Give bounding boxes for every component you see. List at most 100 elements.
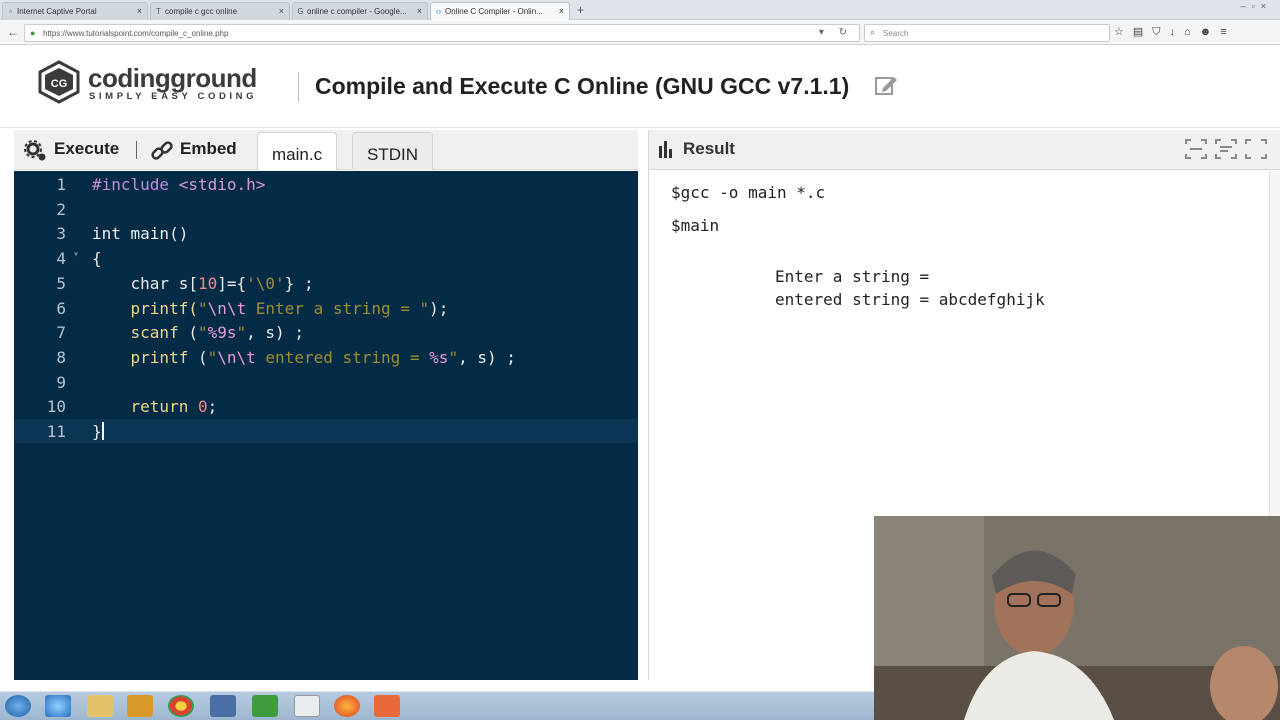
close-tab-icon[interactable]: ×: [279, 6, 284, 16]
browser-toolbar-icons[interactable]: ☆▤⛉↓⌂☻≡: [1114, 25, 1236, 39]
browser-tab[interactable]: ▫ Internet Captive Portal ×: [2, 2, 148, 20]
line-number: 7: [56, 323, 66, 343]
t-icon: T: [156, 7, 161, 16]
close-tab-icon[interactable]: ×: [417, 6, 422, 16]
search-placeholder: Search: [883, 29, 909, 38]
presenter-video-frame: [874, 516, 1280, 720]
browser-tab-strip: ▫ Internet Captive Portal × T compile c …: [0, 0, 1280, 20]
browser-search-input[interactable]: ⌕ Search: [864, 24, 1110, 42]
code-text: #include <stdio.h>: [92, 175, 266, 194]
internet-explorer-icon[interactable]: [45, 695, 71, 717]
result-line: $gcc -o main *.c: [671, 183, 826, 202]
reload-icon[interactable]: ▾ ↻: [819, 27, 853, 38]
media-player-icon[interactable]: [127, 695, 153, 717]
line-number: 1: [56, 175, 66, 194]
lock-icon: ●: [30, 28, 36, 38]
logo-wordmark: codingground: [88, 63, 257, 93]
os-taskbar: [0, 691, 874, 720]
close-tab-icon[interactable]: ×: [559, 6, 564, 16]
app-icon[interactable]: [210, 695, 236, 717]
text-cursor: [101, 422, 104, 440]
code-text: printf("\n\t Enter a string = ");: [92, 298, 449, 318]
browser-tab-label: Online C Compiler - Onlin...: [445, 7, 543, 16]
url-text: https://www.tutorialspoint.com/compile_c…: [43, 29, 229, 38]
line-number: 3: [56, 224, 66, 244]
page-title: Compile and Execute C Online (GNU GCC v7…: [315, 73, 850, 99]
browser-tab[interactable]: T compile c gcc online ×: [150, 2, 290, 20]
search-icon: ⌕: [870, 27, 876, 37]
browser-tab-label: Internet Captive Portal: [17, 7, 97, 16]
webcam-video-overlay: [874, 516, 1280, 720]
code-line: 2: [14, 197, 638, 221]
code-line: 7 scanf ("%9s", s) ;: [14, 320, 638, 344]
start-button[interactable]: [5, 695, 31, 717]
slideshow-icon[interactable]: [374, 695, 400, 717]
link-icon: [151, 141, 173, 160]
line-number: 10: [46, 397, 66, 417]
embed-button[interactable]: Embed: [150, 139, 250, 163]
code-icon: ‹›: [435, 7, 442, 16]
edit-icon[interactable]: [874, 74, 898, 98]
codingground-logo-icon: CG: [38, 60, 80, 104]
browser-tab-label: compile c gcc online: [165, 7, 238, 16]
page-icon: ▫: [9, 7, 12, 16]
browser-tab-label: online c compiler - Google...: [307, 7, 407, 16]
line-number: 4: [56, 249, 66, 269]
line-number: 5: [56, 273, 66, 293]
code-text: char s[10]={'\0'} ;: [92, 273, 314, 293]
code-editor[interactable]: 1 #include <stdio.h> 2 3 int main() 4 ▾ …: [14, 171, 638, 680]
code-line-active: 11 }: [14, 419, 638, 443]
execute-button[interactable]: Execute: [24, 139, 130, 163]
logo-tagline: SIMPLY EASY CODING: [89, 91, 258, 102]
toolbar-divider: [136, 141, 137, 159]
result-toolbar: Result: [649, 130, 1280, 170]
code-text: }: [92, 422, 104, 441]
result-line: Enter a string =: [775, 267, 930, 286]
close-tab-icon[interactable]: ×: [137, 6, 142, 16]
code-text: {: [92, 249, 102, 269]
site-header: CG codingground SIMPLY EASY CODING Compi…: [0, 46, 1280, 128]
code-line: 9: [14, 370, 638, 394]
firefox-icon[interactable]: [334, 695, 360, 717]
code-line: 8 printf ("\n\t entered string = %s", s)…: [14, 345, 638, 369]
browser-nav-bar: ← ● https://www.tutorialspoint.com/compi…: [0, 21, 1280, 45]
code-line: 3 int main(): [14, 221, 638, 245]
embed-label: Embed: [180, 139, 237, 158]
editor-toolbar: Execute Embed main.c STDIN: [14, 130, 638, 170]
line-number: 11: [46, 422, 66, 441]
c-editor-icon[interactable]: [294, 695, 320, 717]
line-number: 6: [56, 298, 66, 318]
window-controls[interactable]: –▫×: [1241, 1, 1272, 11]
file-explorer-icon[interactable]: [87, 695, 113, 717]
browser-tab[interactable]: G online c compiler - Google... ×: [292, 2, 428, 20]
code-line: 5 char s[10]={'\0'} ;: [14, 271, 638, 295]
result-line: entered string = abcdefghijk: [775, 290, 1045, 309]
layout-toggle-icons[interactable]: [1182, 136, 1272, 162]
code-line: 6 printf("\n\t Enter a string = ");: [14, 296, 638, 320]
codeblocks-icon[interactable]: [252, 695, 278, 717]
code-line: 10 return 0;: [14, 394, 638, 418]
code-line: 4 ▾ {: [14, 246, 638, 270]
code-text: printf ("\n\t entered string = %s", s) ;: [92, 347, 516, 367]
code-text: scanf ("%9s", s) ;: [92, 323, 304, 343]
back-arrow-icon[interactable]: ←: [7, 25, 19, 39]
chrome-icon[interactable]: [168, 695, 194, 717]
address-bar[interactable]: ● https://www.tutorialspoint.com/compile…: [24, 24, 860, 42]
header-divider: [298, 72, 299, 102]
new-tab-icon[interactable]: +: [577, 3, 584, 17]
line-number: 9: [56, 372, 66, 392]
fold-arrow-icon[interactable]: ▾: [73, 249, 79, 260]
bar-chart-icon: [659, 141, 672, 158]
tab-stdin[interactable]: STDIN: [352, 132, 433, 170]
code-text: int main(): [92, 224, 189, 244]
browser-tab-active[interactable]: ‹› Online C Compiler - Onlin... ×: [430, 2, 570, 20]
line-number: 2: [56, 199, 66, 219]
svg-text:CG: CG: [51, 78, 68, 90]
tab-main-c[interactable]: main.c: [257, 132, 338, 170]
google-icon: G: [297, 7, 304, 16]
line-number: 8: [56, 347, 66, 367]
code-line: 1 #include <stdio.h>: [14, 172, 638, 196]
gear-icon: [24, 140, 46, 161]
execute-label: Execute: [54, 139, 120, 158]
code-text: return 0;: [92, 397, 218, 417]
